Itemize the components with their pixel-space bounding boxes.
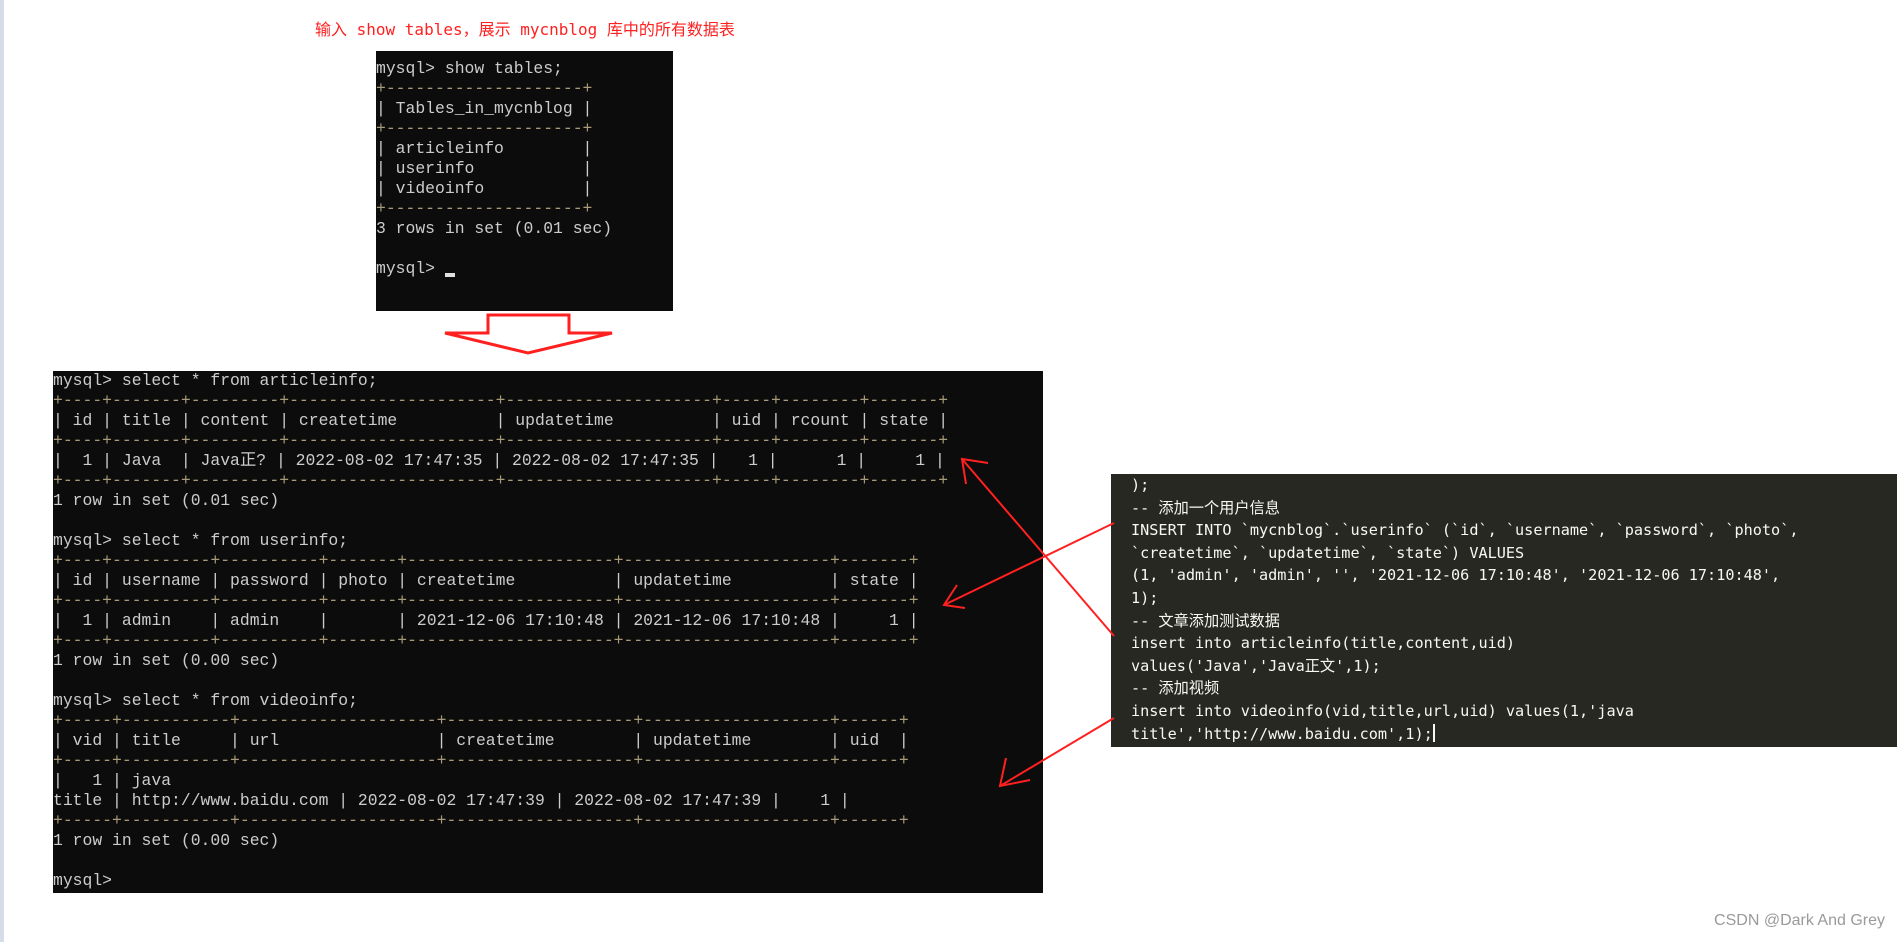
text-line: | videoinfo | [376, 179, 593, 198]
text-line: | userinfo | [376, 159, 593, 178]
text-line: +--------------------+ [376, 199, 593, 218]
text-line: mysql> [53, 871, 113, 890]
text-line: ); [1131, 476, 1150, 494]
terminal-show-tables: mysql> show tables; +--------------------… [376, 51, 673, 311]
text-line: +--------------------+ [376, 79, 593, 98]
text-line: +----+----------+----------+-------+----… [53, 591, 919, 610]
text-line: 1 row in set (0.00 sec) [53, 651, 280, 670]
text-line: +----+-------+---------+----------------… [53, 431, 949, 450]
text-line: -- 添加视频 [1131, 679, 1220, 698]
text-line: | 1 | admin | admin | | 2021-12-06 17:10… [53, 611, 919, 630]
text-line: 3 rows in set (0.01 sec) [376, 219, 613, 238]
text-line: | vid | title | url | createtime | updat… [53, 731, 909, 750]
text-line: mysql> show tables; [376, 59, 563, 78]
text-line: title','http://www.baidu.com',1); [1131, 723, 1435, 743]
text-line: insert into videoinfo(vid,title,url,uid)… [1131, 701, 1634, 720]
text-line: | 1 | Java | Java正? | 2022-08-02 17:47:3… [53, 451, 945, 470]
text-line: +-----+-----------+--------------------+… [53, 711, 909, 730]
text-line: +----+-------+---------+----------------… [53, 391, 949, 410]
text-line: -- 文章添加测试数据 [1131, 611, 1280, 630]
terminal-select-results: mysql> select * from articleinfo; +----+-… [53, 371, 1043, 893]
text-line: | Tables_in_mycnblog | [376, 99, 593, 118]
text-line: +-----+-----------+--------------------+… [53, 811, 909, 830]
annotation-caption: 输入 show tables，展示 mycnblog 库中的所有数据表 [315, 20, 735, 39]
text-line: values('Java','Java正文',1); [1131, 656, 1381, 675]
text-line: INSERT INTO `mycnblog`.`userinfo` (`id`,… [1131, 521, 1799, 540]
text-line [376, 239, 673, 259]
text-line: -- 添加一个用户信息 [1131, 498, 1280, 517]
text-line: | 1 | java [53, 771, 172, 790]
text-line: +--------------------+ [376, 119, 593, 138]
text-line: mysql> [376, 259, 673, 279]
text-line: mysql> select * from articleinfo; [53, 371, 378, 390]
text-line: | id | username | password | photo | cre… [53, 571, 919, 590]
text-line: +-----+-----------+--------------------+… [53, 751, 909, 770]
text-line: `createtime`, `updatetime`, `state`) VAL… [1131, 543, 1525, 562]
text-line: (1, 'admin', 'admin', '', '2021-12-06 17… [1131, 566, 1781, 585]
text-line: 1 row in set (0.00 sec) [53, 831, 280, 850]
sql-editor[interactable]: ); -- 添加一个用户信息 INSERT INTO `mycnblog`.`use… [1111, 474, 1897, 747]
left-edge-bar [0, 0, 4, 942]
text-line [53, 671, 1043, 691]
text-line: insert into articleinfo(title,content,ui… [1131, 634, 1516, 653]
text-line: mysql> select * from videoinfo; [53, 691, 358, 710]
terminal-cursor [444, 273, 455, 277]
text-caret [1432, 723, 1435, 742]
text-line: +----+----------+----------+-------+----… [53, 631, 919, 650]
text-line: mysql> select * from userinfo; [53, 531, 349, 550]
text-line: | id | title | content | createtime | up… [53, 411, 949, 430]
watermark: CSDN @Dark And Grey [1714, 912, 1885, 929]
text-line: 1 row in set (0.01 sec) [53, 491, 280, 510]
text-line: | articleinfo | [376, 139, 593, 158]
text-line [53, 851, 1043, 871]
down-arrow-annotation [444, 313, 613, 355]
text-line: +----+-------+---------+----------------… [53, 471, 949, 490]
text-line: +----+----------+----------+-------+----… [53, 551, 919, 570]
text-line [53, 511, 1043, 531]
text-line: 1); [1131, 588, 1159, 607]
text-line: title | http://www.baidu.com | 2022-08-0… [53, 791, 850, 810]
